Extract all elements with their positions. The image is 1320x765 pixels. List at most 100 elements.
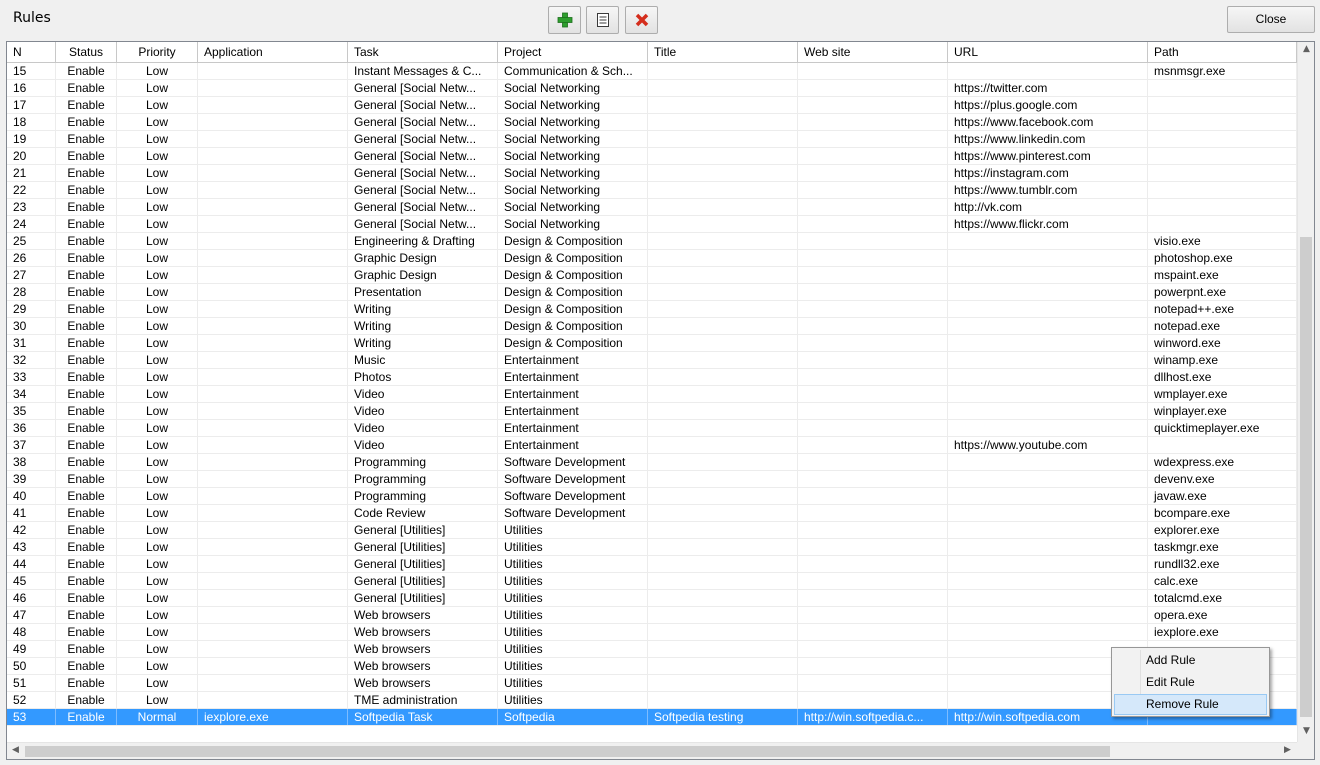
vertical-scroll-thumb[interactable] [1300,237,1312,717]
cell-priority: Low [117,63,198,79]
table-row[interactable]: 45 Enable Low General [Utilities] Utilities c… [7,573,1297,590]
table-row[interactable]: 30 Enable Low Writing Design & Composition no… [7,318,1297,335]
edit-rule-button[interactable] [586,6,619,34]
table-row[interactable]: 28 Enable Low Presentation Design & Composit… [7,284,1297,301]
cell-url [948,624,1148,640]
cell-title [648,420,798,436]
horizontal-scroll-thumb[interactable] [25,746,1110,757]
cell-web-site [798,233,948,249]
table-row[interactable]: 23 Enable Low General [Social Netw... Social… [7,199,1297,216]
table-row[interactable]: 41 Enable Low Code Review Software Developme… [7,505,1297,522]
cell-status: Enable [56,216,117,232]
table-row[interactable]: 35 Enable Low Video Entertainment winplayer.e… [7,403,1297,420]
cell-web-site [798,624,948,640]
table-row[interactable]: 32 Enable Low Music Entertainment winamp.exe [7,352,1297,369]
table-row[interactable]: 40 Enable Low Programming Software Developme… [7,488,1297,505]
cell-status: Enable [56,97,117,113]
column-header-task[interactable]: Task [348,42,498,62]
column-header-status[interactable]: Status [56,42,117,62]
table-row[interactable]: 48 Enable Low Web browsers Utilities iexplore… [7,624,1297,641]
add-rule-button[interactable] [548,6,581,34]
delete-rule-button[interactable] [625,6,658,34]
left-arrow-icon[interactable]: ◀ [7,745,24,755]
table-row[interactable]: 34 Enable Low Video Entertainment wmplayer.ex… [7,386,1297,403]
cell-n: 20 [7,148,56,164]
cell-url [948,420,1148,436]
table-row[interactable]: 52 Enable Low TME administration Utilities [7,692,1297,709]
cell-task: Photos [348,369,498,385]
table-row[interactable]: 47 Enable Low Web browsers Utilities opera.ex… [7,607,1297,624]
vertical-scrollbar[interactable]: ▲ ▼ [1297,42,1314,742]
cell-web-site [798,573,948,589]
table-row[interactable]: 44 Enable Low General [Utilities] Utilities r… [7,556,1297,573]
cell-priority: Normal [117,709,198,725]
table-row[interactable]: 50 Enable Low Web browsers Utilities [7,658,1297,675]
column-header-priority[interactable]: Priority [117,42,198,62]
table-row[interactable]: 25 Enable Low Engineering & Drafting Design … [7,233,1297,250]
cell-task: Writing [348,301,498,317]
column-header-path[interactable]: Path [1148,42,1297,62]
cell-title [648,386,798,402]
column-header-project[interactable]: Project [498,42,648,62]
menu-item-remove-rule[interactable]: Remove Rule [1114,694,1267,715]
table-row[interactable]: 33 Enable Low Photos Entertainment dllhost.ex… [7,369,1297,386]
cell-n: 22 [7,182,56,198]
right-arrow-icon[interactable]: ▶ [1279,745,1296,755]
table-row[interactable]: 15 Enable Low Instant Messages & C... Commun… [7,63,1297,80]
column-header-application[interactable]: Application [198,42,348,62]
menu-item-edit-rule[interactable]: Edit Rule [1114,672,1267,693]
table-row[interactable]: 37 Enable Low Video Entertainment https://www… [7,437,1297,454]
table-row[interactable]: 43 Enable Low General [Utilities] Utilities t… [7,539,1297,556]
menu-item-add-rule[interactable]: Add Rule [1114,650,1267,671]
x-icon [635,13,648,27]
cell-n: 36 [7,420,56,436]
table-row[interactable]: 18 Enable Low General [Social Netw... Social… [7,114,1297,131]
column-header-n[interactable]: N [7,42,56,62]
table-row[interactable]: 51 Enable Low Web browsers Utilities [7,675,1297,692]
table-row[interactable]: 17 Enable Low General [Social Netw... Social… [7,97,1297,114]
cell-n: 45 [7,573,56,589]
cell-path [1148,80,1297,96]
table-row[interactable]: 29 Enable Low Writing Design & Composition no… [7,301,1297,318]
cell-project: Design & Composition [498,301,648,317]
table-row[interactable]: 36 Enable Low Video Entertainment quicktimepl… [7,420,1297,437]
cell-n: 15 [7,63,56,79]
cell-task: General [Social Netw... [348,165,498,181]
table-row[interactable]: 26 Enable Low Graphic Design Design & Compos… [7,250,1297,267]
table-row[interactable]: 46 Enable Low General [Utilities] Utilities t… [7,590,1297,607]
up-arrow-icon[interactable]: ▲ [1298,44,1314,54]
table-row[interactable]: 24 Enable Low General [Social Netw... Social… [7,216,1297,233]
table-row[interactable]: 22 Enable Low General [Social Netw... Social… [7,182,1297,199]
cell-application [198,80,348,96]
column-header-web-site[interactable]: Web site [798,42,948,62]
table-row[interactable]: 49 Enable Low Web browsers Utilities [7,641,1297,658]
cell-status: Enable [56,471,117,487]
table-row[interactable]: 42 Enable Low General [Utilities] Utilities e… [7,522,1297,539]
down-arrow-icon[interactable]: ▼ [1298,726,1314,736]
table-row[interactable]: 53 Enable Normal iexplore.exe Softpedia Task… [7,709,1297,726]
column-header-title[interactable]: Title [648,42,798,62]
cell-title [648,233,798,249]
table-row[interactable]: 27 Enable Low Graphic Design Design & Compos… [7,267,1297,284]
cell-status: Enable [56,590,117,606]
cell-path: totalcmd.exe [1148,590,1297,606]
cell-priority: Low [117,131,198,147]
close-button[interactable]: Close [1227,6,1315,33]
cell-url [948,301,1148,317]
cell-priority: Low [117,284,198,300]
cell-task: Web browsers [348,607,498,623]
table-row[interactable]: 38 Enable Low Programming Software Developme… [7,454,1297,471]
cell-priority: Low [117,386,198,402]
table-row[interactable]: 31 Enable Low Writing Design & Composition wi… [7,335,1297,352]
table-row[interactable]: 39 Enable Low Programming Software Developme… [7,471,1297,488]
table-row[interactable]: 21 Enable Low General [Social Netw... Social… [7,165,1297,182]
cell-status: Enable [56,369,117,385]
table-row[interactable]: 16 Enable Low General [Social Netw... Social… [7,80,1297,97]
cell-status: Enable [56,420,117,436]
table-row[interactable]: 20 Enable Low General [Social Netw... Social… [7,148,1297,165]
table-row[interactable]: 19 Enable Low General [Social Netw... Social… [7,131,1297,148]
horizontal-scrollbar[interactable]: ◀ ▶ [7,742,1297,759]
column-header-url[interactable]: URL [948,42,1148,62]
cell-title [648,335,798,351]
cell-status: Enable [56,131,117,147]
